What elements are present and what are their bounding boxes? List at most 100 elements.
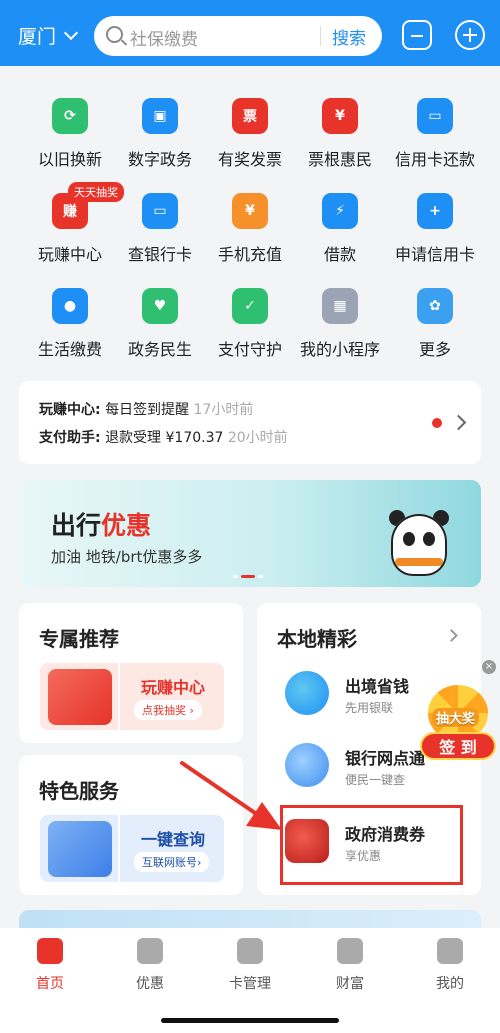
lottery-widget[interactable]: 抽大奖 签 到 <box>418 680 498 765</box>
grid-item-label: 支付守护 <box>217 340 282 359</box>
grid-item-7[interactable]: ▭ 查银行卡 <box>110 193 210 265</box>
grid-item-12[interactable]: ♥ 政务民生 <box>110 288 210 360</box>
chevron-right-icon[interactable] <box>445 629 458 642</box>
add-icon[interactable] <box>455 20 485 50</box>
search-divider <box>320 26 321 46</box>
grid-item-icon: + <box>417 193 453 229</box>
grid-item-label: 以旧换新 <box>37 150 102 169</box>
grid-item-icon: 票 <box>232 98 268 134</box>
grid-item-3[interactable]: 票有奖发票 <box>200 98 300 170</box>
travel-banner[interactable]: 出行优惠 加油 地铁/brt优惠多多 <box>19 480 481 587</box>
exclusive-title: 专属推荐 <box>39 627 119 651</box>
grid-item-label: 生活缴费 <box>37 340 102 359</box>
special-card: 特色服务 一键查询 互联网账号› <box>19 755 243 895</box>
grid-item-label: 数字政务 <box>127 150 192 169</box>
search-bar[interactable]: 社保缴费 搜索 <box>94 16 382 56</box>
grid-item-4[interactable]: ¥ 票根惠民 <box>290 98 390 170</box>
grid-item-label: 借款 <box>323 245 356 264</box>
local-item-2-desc: 便民一键查 <box>345 773 406 787</box>
tab-icon <box>337 938 363 964</box>
chevron-right-icon[interactable] <box>450 414 467 431</box>
grid-item-label: 申请信用卡 <box>394 245 475 264</box>
panda-illustration <box>379 496 459 584</box>
special-item[interactable]: 一键查询 互联网账号› <box>40 815 224 882</box>
tab-icon <box>237 938 263 964</box>
banner-pager <box>233 575 263 578</box>
sign-in-button[interactable]: 签 到 <box>420 732 496 760</box>
banner-title-a: 出行 <box>51 511 102 540</box>
search-button[interactable]: 搜索 <box>332 24 366 49</box>
grid-item-10[interactable]: + 申请信用卡 <box>385 193 485 265</box>
lottery-badge: 天天抽奖 <box>68 182 124 202</box>
grid-item-icon: ✓ <box>232 288 268 324</box>
tab-label: 我的 <box>436 976 464 992</box>
tab-4[interactable]: 财富 <box>300 938 400 993</box>
notice-row-2: 支付助手: 退款受理 ¥170.37 20小时前 <box>39 427 288 447</box>
grid-item-1[interactable]: ⟳ 以旧换新 <box>20 98 120 170</box>
exclusive-card: 专属推荐 玩赚中心 点我抽奖 › <box>19 603 243 743</box>
local-item-1-name: 出境省钱 <box>345 677 410 696</box>
special-title: 特色服务 <box>39 779 119 803</box>
tab-1[interactable]: 首页 <box>0 938 100 993</box>
tab-2[interactable]: 优惠 <box>100 938 200 993</box>
grid-item-8[interactable]: ¥ 手机充值 <box>200 193 300 265</box>
tab-5[interactable]: 我的 <box>400 938 500 993</box>
grid-item-11[interactable]: ● 生活缴费 <box>20 288 120 360</box>
red-envelope-icon <box>48 669 112 725</box>
grid-item-label: 我的小程序 <box>299 340 380 359</box>
grid-item-icon: ▣ <box>142 98 178 134</box>
top-header: 厦门 社保缴费 搜索 <box>0 0 500 66</box>
grid-item-label: 玩赚中心 <box>37 245 102 264</box>
exclusive-item-title: 玩赚中心 <box>140 678 205 697</box>
notice-row-2-time: 20小时前 <box>227 430 288 446</box>
grid-item-icon: ▭ <box>142 193 178 229</box>
grid-item-icon: ▭ <box>417 98 453 134</box>
tab-icon <box>137 938 163 964</box>
special-item-sub: 互联网账号› <box>134 852 210 872</box>
message-icon[interactable] <box>402 20 432 50</box>
grid-item-label: 票根惠民 <box>307 150 372 169</box>
globe-icon <box>285 671 329 715</box>
local-item-1-desc: 先用银联 <box>345 701 394 715</box>
grid-item-icon: ⟳ <box>52 98 88 134</box>
tab-3[interactable]: 卡管理 <box>200 938 300 993</box>
exclusive-item[interactable]: 玩赚中心 点我抽奖 › <box>40 663 224 730</box>
grid-item-label: 信用卡还款 <box>394 150 475 169</box>
grid-item-icon: ● <box>52 288 88 324</box>
grid-item-13[interactable]: ✓ 支付守护 <box>200 288 300 360</box>
city-label: 厦门 <box>18 26 57 48</box>
notice-card[interactable]: 玩赚中心: 每日签到提醒 17小时前 支付助手: 退款受理 ¥170.37 20… <box>19 381 481 464</box>
grid-item-label: 手机充值 <box>217 245 282 264</box>
close-icon[interactable]: × <box>482 660 496 674</box>
banner-title-b: 优惠 <box>101 511 152 540</box>
lottery-label: 抽大奖 <box>432 708 480 727</box>
notice-row-1-label: 玩赚中心: <box>39 402 101 418</box>
search-input[interactable]: 社保缴费 <box>130 25 198 50</box>
grid-item-5[interactable]: ▭ 信用卡还款 <box>385 98 485 170</box>
notice-row-1-time: 17小时前 <box>193 402 254 418</box>
local-title: 本地精彩 <box>277 627 357 651</box>
grid-item-2[interactable]: ▣ 数字政务 <box>110 98 210 170</box>
tab-icon <box>37 938 63 964</box>
grid-item-14[interactable]: ▦ 我的小程序 <box>290 288 390 360</box>
grid-item-icon: ♥ <box>142 288 178 324</box>
local-item-2-name: 银行网点通 <box>345 749 426 768</box>
grid-item-9[interactable]: ⚡ 借款 <box>290 193 390 265</box>
tab-label: 优惠 <box>136 976 164 992</box>
home-indicator <box>161 1018 339 1023</box>
tab-label: 首页 <box>36 976 64 992</box>
query-icon <box>48 821 112 877</box>
notice-row-2-label: 支付助手: <box>39 430 101 446</box>
city-selector[interactable]: 厦门 <box>18 22 79 49</box>
tab-label: 财富 <box>336 976 364 992</box>
grid-item-15[interactable]: ✿ 更多 <box>385 288 485 360</box>
notice-row-1: 玩赚中心: 每日签到提醒 17小时前 <box>39 399 253 419</box>
special-item-title: 一键查询 <box>140 830 205 849</box>
notice-row-2-text: 退款受理 ¥170.37 <box>105 430 224 446</box>
tab-icon <box>437 938 463 964</box>
search-icon <box>106 26 123 43</box>
grid-item-label: 政务民生 <box>127 340 192 359</box>
grid-item-icon: ¥ <box>232 193 268 229</box>
tab-label: 卡管理 <box>229 976 271 992</box>
grid-item-6[interactable]: 赚玩赚中心 <box>20 193 120 265</box>
